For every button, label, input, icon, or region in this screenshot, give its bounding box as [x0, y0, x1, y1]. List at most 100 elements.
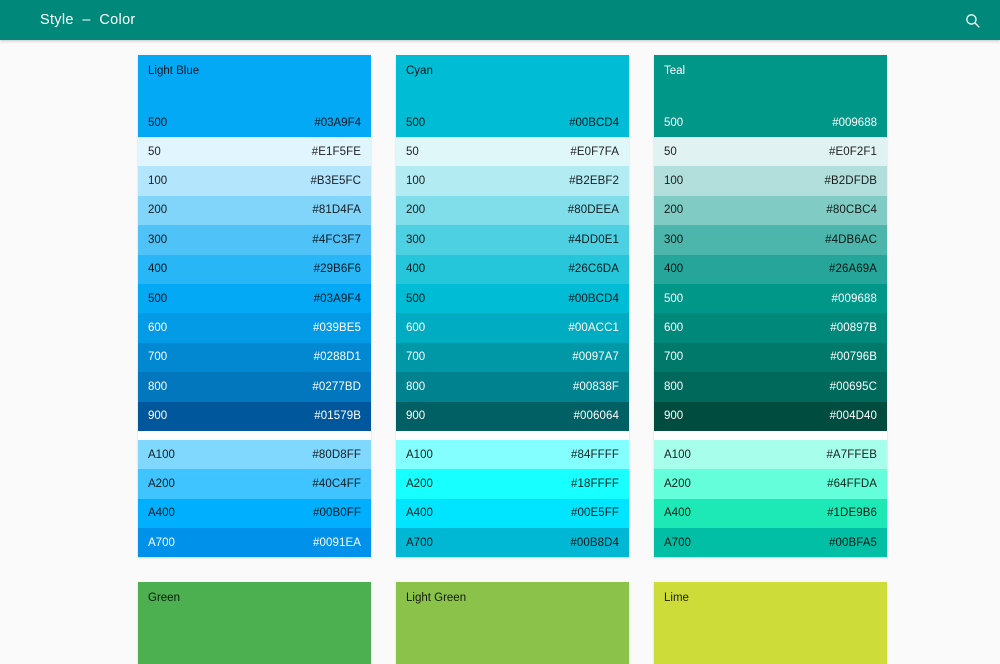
swatch-row[interactable]: A100 #84FFFF	[396, 439, 629, 470]
shade-hex: #00796B	[830, 351, 877, 364]
palette-header: Light Blue 500 #03A9F4	[138, 55, 371, 137]
shade-hex: #004D40	[829, 410, 877, 423]
palette-card-lime[interactable]: Lime	[654, 582, 887, 664]
shade-hex: #0277BD	[312, 380, 361, 393]
swatch-row[interactable]: 800 #00838F	[396, 372, 629, 402]
shade-hex: #1DE9B6	[827, 507, 877, 520]
swatch-row[interactable]: A700 #00B8D4	[396, 528, 629, 558]
shade-hex: #039BE5	[312, 322, 361, 335]
palette-name: Light Green	[406, 592, 467, 605]
swatch-row[interactable]: 500 #03A9F4	[138, 283, 371, 314]
palette-header-primary: 500 #00BCD4	[396, 117, 629, 129]
swatch-row[interactable]: A700 #00BFA5	[654, 528, 887, 558]
shade-label: 600	[406, 322, 426, 335]
shade-hex: #B3E5FC	[310, 175, 361, 188]
swatch-row[interactable]: 800 #00695C	[654, 372, 887, 402]
shade-label: 600	[148, 322, 168, 335]
palette-header: Lime	[654, 582, 887, 664]
swatch-row[interactable]: A200 #18FFFF	[396, 469, 629, 499]
palette-name: Green	[148, 592, 180, 605]
shade-hex: #80DEEA	[567, 204, 619, 217]
swatch-row[interactable]: 200 #80CBC4	[654, 195, 887, 226]
swatch-row[interactable]: 600 #00897B	[654, 313, 887, 343]
swatch-row[interactable]: A100 #A7FFEB	[654, 439, 887, 470]
shade-label: A400	[406, 507, 433, 520]
palette-card-cyan[interactable]: Cyan 500 #00BCD4 50 #E0F7FA 100 #B2EBF2 200 #80D…	[396, 55, 629, 558]
swatch-row[interactable]: 500 #00BCD4	[396, 283, 629, 314]
swatch-row[interactable]: 200 #81D4FA	[138, 195, 371, 226]
shade-hex: #81D4FA	[312, 204, 361, 217]
swatch-row[interactable]: 400 #26C6DA	[396, 254, 629, 284]
shade-label: 200	[664, 204, 684, 217]
shade-label: A700	[148, 536, 175, 549]
shade-label: 50	[406, 145, 419, 158]
shade-label: 400	[406, 263, 426, 276]
palette-card-light-blue[interactable]: Light Blue 500 #03A9F4 50 #E1F5FE 100 #B3E5FC 2…	[138, 55, 371, 558]
palette-header: Teal 500 #009688	[654, 55, 887, 137]
shade-hex: #0091EA	[312, 536, 361, 549]
swatch-row[interactable]: 900 #006064	[396, 401, 629, 431]
swatch-row[interactable]: A400 #00E5FF	[396, 498, 629, 529]
swatch-row[interactable]: 600 #00ACC1	[396, 313, 629, 343]
swatch-row[interactable]: 500 #009688	[654, 283, 887, 314]
shade-hex: #B2EBF2	[569, 175, 619, 188]
swatch-row[interactable]: 900 #01579B	[138, 401, 371, 431]
shade-hex: #00838F	[572, 380, 619, 393]
swatch-row[interactable]: 100 #B2DFDB	[654, 166, 887, 196]
palette-name: Cyan	[406, 65, 433, 77]
swatch-row[interactable]: 50 #E0F2F1	[654, 137, 887, 167]
shade-label: 500	[664, 117, 684, 129]
shade-label: 500	[148, 292, 168, 305]
shade-label: 800	[148, 380, 168, 393]
swatch-row[interactable]: 50 #E0F7FA	[396, 137, 629, 167]
swatch-row[interactable]: 900 #004D40	[654, 401, 887, 431]
shade-hex: #006064	[573, 410, 619, 423]
shade-label: 300	[664, 233, 684, 246]
search-icon[interactable]	[958, 6, 986, 34]
palette-card-green[interactable]: Green	[138, 582, 371, 664]
swatch-row[interactable]: 600 #039BE5	[138, 313, 371, 343]
shade-hex: #26C6DA	[568, 263, 619, 276]
swatch-row[interactable]: A100 #80D8FF	[138, 439, 371, 470]
swatch-row[interactable]: 100 #B2EBF2	[396, 166, 629, 196]
swatch-row[interactable]: 300 #4DB6AC	[654, 225, 887, 255]
swatch-row[interactable]: A700 #0091EA	[138, 528, 371, 558]
palette-grid: Light Blue 500 #03A9F4 50 #E1F5FE 100 #B3E5FC 2…	[0, 55, 1000, 664]
shade-hex: #00BCD4	[569, 117, 619, 129]
swatch-row[interactable]: A400 #1DE9B6	[654, 498, 887, 529]
shade-label: 700	[148, 351, 168, 364]
shade-label: A200	[664, 477, 691, 490]
palette-header: Cyan 500 #00BCD4	[396, 55, 629, 137]
swatch-row[interactable]: 700 #00796B	[654, 342, 887, 373]
shade-label: 300	[406, 233, 426, 246]
shade-label: 500	[406, 117, 426, 129]
shade-label: 50	[148, 145, 161, 158]
palette-name: Teal	[664, 65, 686, 77]
swatch-row[interactable]: 100 #B3E5FC	[138, 166, 371, 196]
shade-hex: #00BCD4	[568, 292, 619, 305]
shade-label: 800	[406, 380, 426, 393]
swatch-row[interactable]: 400 #26A69A	[654, 254, 887, 284]
swatch-row[interactable]: 50 #E1F5FE	[138, 137, 371, 167]
shade-label: A400	[664, 507, 691, 520]
shade-hex: #E0F7FA	[570, 145, 619, 158]
palette-card-teal[interactable]: Teal 500 #009688 50 #E0F2F1 100 #B2DFDB 200 #80C…	[654, 55, 887, 558]
shade-label: 600	[664, 322, 684, 335]
swatch-row[interactable]: 700 #0097A7	[396, 342, 629, 373]
swatch-row[interactable]: 400 #29B6F6	[138, 254, 371, 284]
swatch-row[interactable]: 200 #80DEEA	[396, 195, 629, 226]
swatch-row[interactable]: 300 #4DD0E1	[396, 225, 629, 255]
app-bar: Style – Color	[0, 0, 1000, 40]
shade-label: 900	[664, 410, 684, 423]
shade-label: 500	[406, 292, 426, 305]
accent-divider	[138, 430, 371, 440]
swatch-row[interactable]: A200 #64FFDA	[654, 469, 887, 499]
palette-card-light-green[interactable]: Light Green	[396, 582, 629, 664]
shade-label: 200	[148, 204, 168, 217]
swatch-row[interactable]: 300 #4FC3F7	[138, 225, 371, 255]
swatch-row[interactable]: 800 #0277BD	[138, 372, 371, 402]
palette-name: Lime	[664, 592, 689, 605]
swatch-row[interactable]: 700 #0288D1	[138, 342, 371, 373]
swatch-row[interactable]: A400 #00B0FF	[138, 498, 371, 529]
swatch-row[interactable]: A200 #40C4FF	[138, 469, 371, 499]
